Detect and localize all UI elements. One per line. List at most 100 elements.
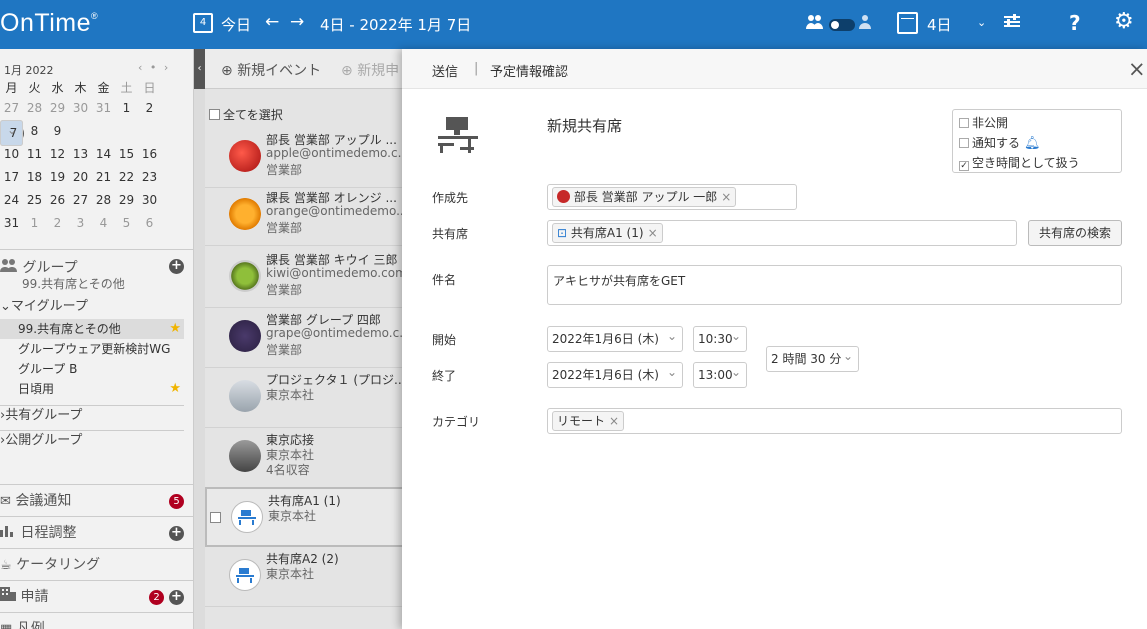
duration-select[interactable]: 2 時間 30 分 <box>766 344 859 372</box>
resource-checkbox[interactable] <box>210 512 221 523</box>
calendar-day[interactable]: 31 <box>92 97 115 120</box>
today-calendar-icon[interactable]: 4 <box>193 13 213 33</box>
calendar-day[interactable]: 30 <box>138 189 161 212</box>
group-item[interactable]: 日頃用 ★ <box>0 379 184 399</box>
collapse-list-button[interactable]: ‹ <box>194 49 205 89</box>
calendar-day[interactable]: 13 <box>69 143 92 166</box>
option-private[interactable]: 非公開 <box>959 113 1115 133</box>
calendar-day[interactable]: 19 <box>46 166 69 189</box>
calendar-day[interactable]: 1 <box>115 97 138 120</box>
calendar-day[interactable]: 14 <box>92 143 115 166</box>
calendar-day[interactable]: 22 <box>115 166 138 189</box>
calendar-day[interactable]: 17 <box>0 166 23 189</box>
resource-row[interactable]: 共有席A2 (2) 東京本社 <box>205 547 405 607</box>
today-button[interactable]: 今日 <box>221 14 251 35</box>
calendar-day[interactable]: 10 <box>0 143 23 166</box>
calendar-day[interactable]: 29 <box>46 97 69 120</box>
remove-seat-icon[interactable]: × <box>648 226 658 240</box>
view-toggle[interactable] <box>829 19 855 31</box>
chevron-down-icon[interactable]: ⌄ <box>977 16 986 29</box>
select-all-checkbox[interactable] <box>209 109 220 120</box>
calendar-day[interactable]: 2 <box>138 97 161 120</box>
calendar-day[interactable]: 31 <box>0 212 23 235</box>
calendar-day[interactable]: 6 <box>138 212 161 235</box>
nav-catering[interactable]: ☕ ケータリング <box>0 548 193 580</box>
resource-row[interactable]: 共有席A1 (1) 東京本社 <box>205 487 405 547</box>
start-date-select[interactable]: 2022年1月6日 (木) <box>547 324 683 352</box>
end-date-select[interactable]: 2022年1月6日 (木) <box>547 360 683 388</box>
option-notify[interactable]: 通知する 🔔︎ <box>959 133 1115 153</box>
calendar-day[interactable]: 7 <box>0 118 23 146</box>
category-field[interactable]: リモート × <box>547 408 1122 434</box>
calendar-day[interactable]: 29 <box>115 189 138 212</box>
calendar-day[interactable]: 1 <box>23 212 46 235</box>
resource-row[interactable]: 課長 営業部 オレンジ ... orange@ontimedemo... 営業部 <box>205 186 408 246</box>
calendar-day[interactable]: 26 <box>46 189 69 212</box>
calendar-day[interactable]: 5 <box>115 212 138 235</box>
people-icon[interactable] <box>806 14 824 34</box>
add-apply-icon[interactable]: + <box>169 590 184 605</box>
shared-groups-toggle[interactable]: ›共有グループ <box>0 405 184 425</box>
public-groups-toggle[interactable]: ›公開グループ <box>0 430 184 450</box>
send-button[interactable]: 送信 <box>432 61 458 80</box>
nav-legend[interactable]: ▦ 凡例 <box>0 612 193 629</box>
creator-chip[interactable]: 部長 営業部 アップル 一郎 × <box>552 187 737 207</box>
calendar-day[interactable]: 30 <box>69 97 92 120</box>
option-free-time[interactable]: ✓ 空き時間として扱う <box>959 153 1115 173</box>
calendar-day[interactable]: 2 <box>46 212 69 235</box>
seat-search-button[interactable]: 共有席の検索 <box>1028 220 1122 246</box>
remove-creator-icon[interactable]: × <box>721 190 731 204</box>
calendar-day[interactable]: 25 <box>23 189 46 212</box>
resource-row[interactable]: 営業部 グレープ 四郎 grape@ontimedemo.c... 営業部 <box>205 308 411 368</box>
nav-schedule[interactable]: 日程調整 + <box>0 516 193 548</box>
help-icon[interactable]: ? <box>1069 11 1081 35</box>
new-event-button[interactable]: ⊕ 新規イベント <box>221 60 321 80</box>
view-selector[interactable]: 4日 <box>927 14 952 35</box>
group-item[interactable]: グループウェア更新検討WG <box>0 339 184 359</box>
calendar-day[interactable]: 23 <box>138 166 161 189</box>
calendar-day[interactable]: 24 <box>0 189 23 212</box>
mini-calendar-nav[interactable]: ‹ • › <box>138 61 170 74</box>
confirm-schedule-button[interactable]: 予定情報確認 <box>490 61 568 80</box>
seat-chip[interactable]: ⊡ 共有席A1 (1) × <box>552 223 663 243</box>
new-request-button[interactable]: ⊕ 新規申 <box>341 60 399 80</box>
creator-field[interactable]: 部長 営業部 アップル 一郎 × <box>547 184 797 210</box>
close-icon[interactable]: × <box>1128 57 1146 81</box>
resource-row[interactable]: 東京応接 東京本社 4名収容 <box>205 428 405 488</box>
next-arrow-icon[interactable]: → <box>290 12 304 32</box>
calendar-day[interactable]: 27 <box>0 97 23 120</box>
star-icon[interactable]: ★ <box>169 319 181 339</box>
notify-checkbox[interactable] <box>959 138 969 148</box>
calendar-day[interactable]: 28 <box>23 97 46 120</box>
resource-row[interactable]: プロジェクタ１ (プロジ... 東京本社 <box>205 368 405 428</box>
gear-icon[interactable]: ⚙ <box>1114 9 1134 34</box>
calendar-day[interactable]: 4 <box>92 212 115 235</box>
calendar-day[interactable]: 15 <box>115 143 138 166</box>
private-checkbox[interactable] <box>959 118 969 128</box>
calendar-day[interactable]: 11 <box>23 143 46 166</box>
person-icon[interactable] <box>859 14 871 34</box>
calendar-day[interactable]: 20 <box>69 166 92 189</box>
group-item[interactable]: 99.共有席とその他 ★ <box>0 319 184 339</box>
calendar-day[interactable]: 28 <box>92 189 115 212</box>
start-time-select[interactable]: 10:30 <box>693 324 747 352</box>
calendar-day[interactable]: 8 <box>23 120 46 143</box>
group-item[interactable]: グループ B <box>0 359 184 379</box>
end-time-select[interactable]: 13:00 <box>693 360 747 388</box>
subject-input[interactable]: アキヒサが共有席をGET <box>547 265 1122 305</box>
free-time-checkbox[interactable]: ✓ <box>959 161 969 171</box>
groups-title[interactable]: グループ <box>0 257 78 277</box>
calendar-day[interactable]: 16 <box>138 143 161 166</box>
sliders-icon[interactable] <box>1004 14 1020 32</box>
calendar-day[interactable]: 12 <box>46 143 69 166</box>
remove-category-icon[interactable]: × <box>609 414 619 428</box>
add-group-icon[interactable]: + <box>169 259 184 274</box>
calendar-day[interactable]: 21 <box>92 166 115 189</box>
category-chip[interactable]: リモート × <box>552 411 625 431</box>
calendar-day[interactable]: 9 <box>46 120 69 143</box>
calendar-day[interactable]: 27 <box>69 189 92 212</box>
resource-row[interactable]: 部長 営業部 アップル ... apple@ontimedemo.c... 営業部 <box>205 128 409 188</box>
nav-apply[interactable]: 申請 2 + <box>0 580 193 612</box>
my-groups-toggle[interactable]: ⌄マイグループ <box>0 297 184 317</box>
add-schedule-icon[interactable]: + <box>169 526 184 541</box>
